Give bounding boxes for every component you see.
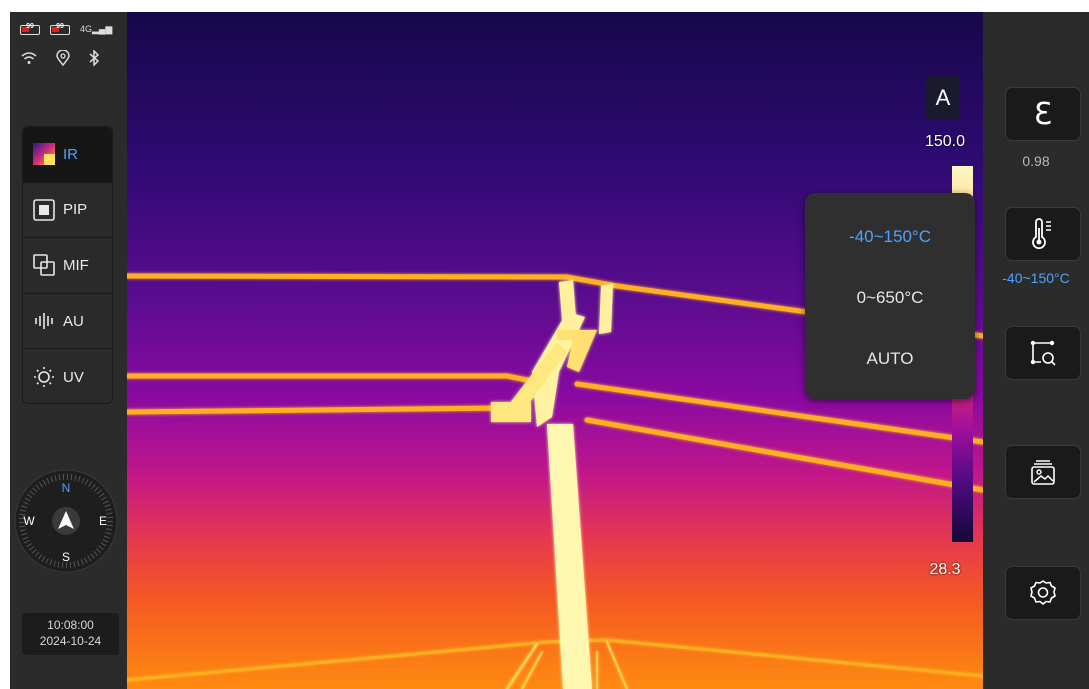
mode-au-label: AU [63,312,84,330]
emissivity-button[interactable]: Ɛ [1005,87,1081,141]
power-line-3 [127,405,510,415]
thermal-camera-app: 99 99 4G▂▄▆ IR PIP MIF AU UV N E S W 10:… [10,12,1089,689]
mode-pip-button[interactable]: PIP [23,183,112,239]
pip-icon [33,199,55,221]
ir-gradient-icon [33,143,55,166]
power-line-6 [127,638,983,682]
gallery-button[interactable] [1005,445,1081,499]
power-line-5 [584,417,983,493]
battery-2-level: 99 [56,22,64,30]
compass-s: S [62,550,70,564]
bluetooth-icon [89,50,100,66]
date-text: 2024-10-24 [39,634,102,648]
temperature-range-button[interactable] [1005,207,1081,261]
status-bar-bottom [20,50,100,66]
temperature-range-menu: -40~150°C 0~650°C AUTO [805,193,975,399]
compass-w: W [23,514,35,528]
right-panel: Ɛ 0.98 -40~150°C [983,12,1089,689]
audio-wave-icon [35,313,53,330]
mode-uv-button[interactable]: UV [23,349,112,405]
mode-uv-label: UV [63,368,84,386]
scale-max-value: 150.0 [924,133,966,150]
datetime-display: 10:08:00 2024-10-24 [22,613,119,655]
compass-e: E [99,514,107,528]
emissivity-icon: Ɛ [1033,96,1053,132]
compass: N E S W [14,469,118,573]
mode-pip-label: PIP [63,201,88,219]
time-text: 10:08:00 [47,618,94,632]
range-option-high[interactable]: 0~650°C [805,267,975,328]
signal-icon: 4G▂▄▆ [80,24,113,34]
power-line-2 [127,373,550,387]
sun-icon [34,367,54,388]
range-option-low[interactable]: -40~150°C [805,206,975,267]
measure-tool-button[interactable] [1005,326,1081,380]
mode-ir-label: IR [63,145,78,163]
battery-2-icon: 99 [50,22,70,35]
temperature-range-value: -40~150°C [1002,270,1070,286]
location-icon [56,50,70,66]
mode-au-button[interactable]: AU [23,294,112,350]
wifi-icon [21,52,37,64]
left-panel: 99 99 4G▂▄▆ IR PIP MIF AU UV N E S W 10:… [10,12,127,689]
compass-n: N [62,481,71,495]
battery-1-icon: 99 [20,22,40,35]
mode-mif-label: MIF [63,256,89,274]
mode-mif-button[interactable]: MIF [23,238,112,294]
gear-icon [1030,580,1056,605]
scale-mode-button[interactable]: A [926,76,960,120]
settings-button[interactable] [1005,566,1081,620]
range-option-auto[interactable]: AUTO [805,328,975,389]
scale-min-value: 28.3 [929,561,961,578]
thermometer-icon [1032,218,1051,250]
measure-icon [1030,340,1056,366]
mode-ir-button[interactable]: IR [23,127,112,183]
mif-icon [33,254,55,277]
network-label: 4G [80,24,93,34]
emissivity-value: 0.98 [1022,153,1050,169]
utility-pole [491,280,613,689]
battery-1-level: 99 [26,22,34,30]
status-bar-top: 99 99 4G▂▄▆ [20,22,113,35]
gallery-icon [1031,460,1055,485]
mode-list: IR PIP MIF AU UV [22,126,113,404]
